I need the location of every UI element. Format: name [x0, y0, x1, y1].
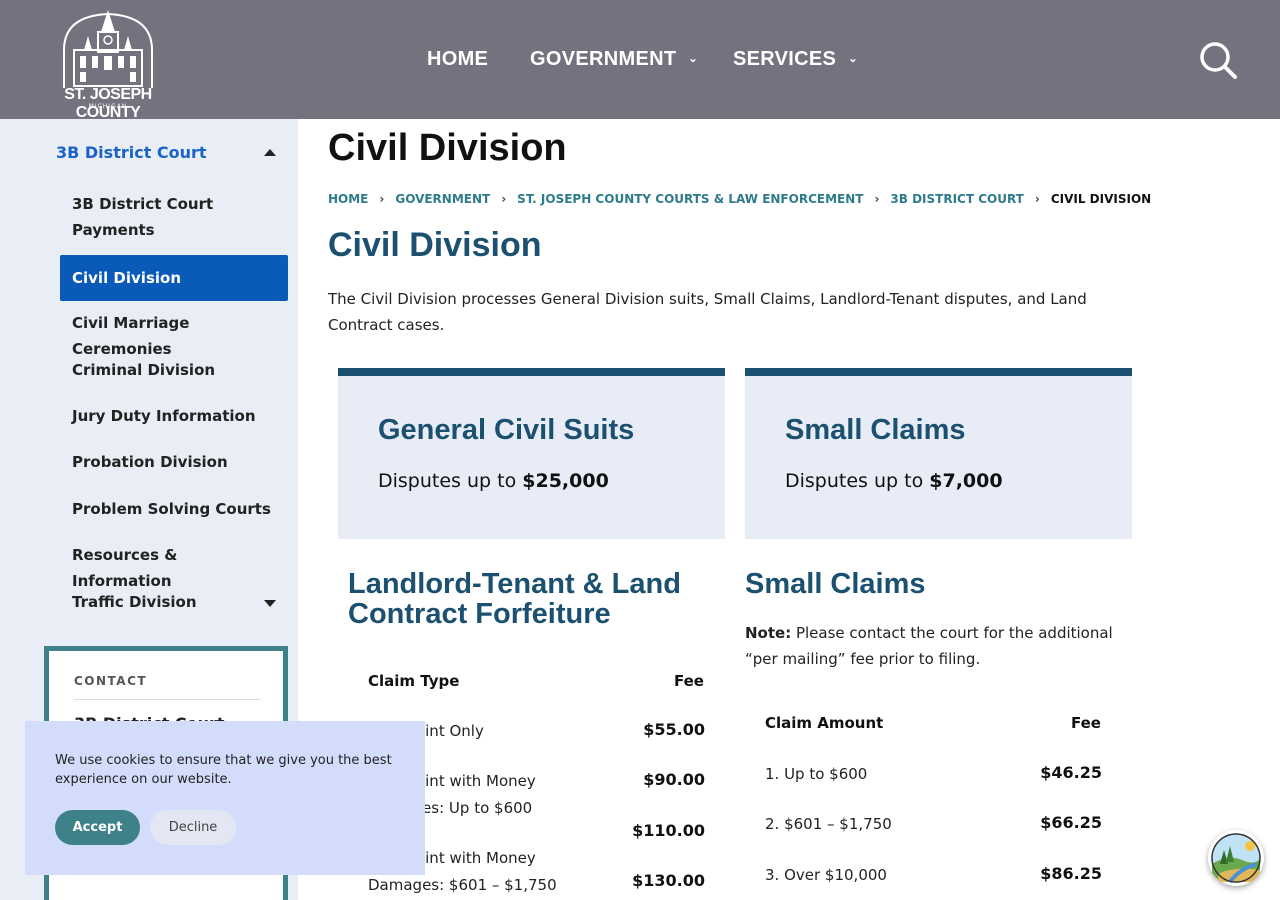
- nav-home[interactable]: HOME: [427, 48, 488, 71]
- breadcrumb-home[interactable]: HOME: [328, 192, 368, 206]
- caret-down-icon[interactable]: [264, 600, 276, 607]
- sidebar-item-criminal-division[interactable]: Criminal Division: [72, 357, 272, 383]
- decline-button[interactable]: Decline: [150, 810, 236, 845]
- section-heading: Civil Division: [328, 226, 542, 264]
- sidebar-item-resources[interactable]: Resources & Information: [72, 542, 272, 594]
- card-general-civil-text: Disputes up to $25,000: [378, 470, 609, 492]
- chevron-down-icon: ⌄: [688, 53, 698, 65]
- table-row-fee: $110.00: [632, 821, 705, 840]
- card-small-claims: [745, 368, 1132, 539]
- nav-government[interactable]: GOVERNMENT ⌄: [530, 48, 698, 71]
- chevron-right-icon: ›: [1034, 192, 1040, 206]
- table-row-fee: $130.00: [632, 871, 705, 890]
- table-row: 3. Over $10,000: [765, 866, 887, 884]
- intro-text: The Civil Division processes General Div…: [328, 290, 1087, 334]
- landlord-heading: Landlord-Tenant & Land Contract Forfeitu…: [348, 568, 681, 630]
- card-small-claims-amount: $7,000: [929, 470, 1003, 492]
- card-small-claims-title: Small Claims: [785, 414, 966, 446]
- caret-up-icon[interactable]: [264, 149, 276, 156]
- cookie-text: We use cookies to ensure that we give yo…: [55, 753, 392, 787]
- chevron-right-icon: ›: [874, 192, 880, 206]
- small-claims-note: Note: Please contact the court for the a…: [745, 620, 1125, 672]
- sidebar-item-civil-marriage[interactable]: Civil Marriage Ceremonies: [72, 310, 272, 362]
- search-icon[interactable]: [1198, 40, 1238, 80]
- accept-button[interactable]: Accept: [55, 810, 140, 845]
- card-small-claims-text: Disputes up to $7,000: [785, 470, 1003, 492]
- chevron-right-icon: ›: [379, 192, 385, 206]
- contact-divider: [74, 699, 260, 700]
- breadcrumb-courts[interactable]: ST. JOSEPH COUNTY COURTS & LAW ENFORCEME…: [517, 192, 863, 206]
- sidebar-item-problem-solving[interactable]: Problem Solving Courts: [72, 496, 272, 522]
- sidebar-item-probation[interactable]: Probation Division: [72, 449, 272, 475]
- nav-services[interactable]: SERVICES ⌄: [733, 48, 858, 71]
- chevron-right-icon: ›: [501, 192, 507, 206]
- table-row-fee: $90.00: [643, 770, 705, 789]
- accessibility-widget[interactable]: [1208, 830, 1264, 886]
- card-general-civil: [338, 368, 725, 539]
- county-logo[interactable]: ST. JOSEPH COUNTY MICHIGAN: [44, 10, 172, 121]
- chevron-down-icon: ⌄: [848, 53, 858, 65]
- page-title: Civil Division: [328, 127, 567, 169]
- sidebar-item-civil-division-label: Civil Division: [72, 269, 181, 287]
- card-general-civil-prefix: Disputes up to: [378, 470, 523, 492]
- table-row-fee: $46.25: [1040, 763, 1102, 782]
- note-text: Please contact the court for the additio…: [745, 624, 1113, 668]
- note-label: Note:: [745, 624, 792, 642]
- table-row-fee: $55.00: [643, 720, 705, 739]
- table-row: 1. Up to $600: [765, 765, 868, 783]
- landlord-col-type: Claim Type: [368, 672, 460, 690]
- small-claims-heading: Small Claims: [745, 568, 926, 600]
- card-general-civil-amount: $25,000: [522, 470, 609, 492]
- card-general-civil-title: General Civil Suits: [378, 414, 635, 446]
- table-row-fee: $66.25: [1040, 813, 1102, 832]
- table-row-fee: $86.25: [1040, 864, 1102, 883]
- breadcrumb: HOME › GOVERNMENT › ST. JOSEPH COUNTY CO…: [328, 192, 1151, 206]
- table-row: 2. $601 – $1,750: [765, 815, 892, 833]
- sidebar-parent-3b-district-court[interactable]: 3B District Court: [56, 143, 207, 162]
- nav-government-label: GOVERNMENT: [530, 48, 677, 70]
- sidebar-item-payments[interactable]: 3B District Court Payments: [72, 191, 272, 243]
- contact-label: CONTACT: [74, 674, 148, 688]
- card-small-claims-prefix: Disputes up to: [785, 470, 930, 492]
- small-claims-col-amount: Claim Amount: [765, 714, 884, 732]
- landscape-icon: [1211, 833, 1261, 884]
- nav-home-label: HOME: [427, 48, 489, 70]
- breadcrumb-current: CIVIL DIVISION: [1050, 192, 1152, 206]
- sidebar-item-jury-duty[interactable]: Jury Duty Information: [72, 403, 272, 429]
- small-claims-col-fee: Fee: [1071, 714, 1101, 732]
- breadcrumb-government[interactable]: GOVERNMENT: [395, 192, 490, 206]
- breadcrumb-district-court[interactable]: 3B DISTRICT COURT: [890, 192, 1023, 206]
- sidebar-item-traffic-division[interactable]: Traffic Division: [72, 589, 272, 615]
- nav-services-label: SERVICES: [733, 48, 837, 70]
- cookie-banner: [25, 721, 425, 875]
- landlord-col-fee: Fee: [674, 672, 704, 690]
- courthouse-logo-icon: [63, 10, 153, 88]
- logo-subtext: MICHIGAN: [88, 103, 128, 110]
